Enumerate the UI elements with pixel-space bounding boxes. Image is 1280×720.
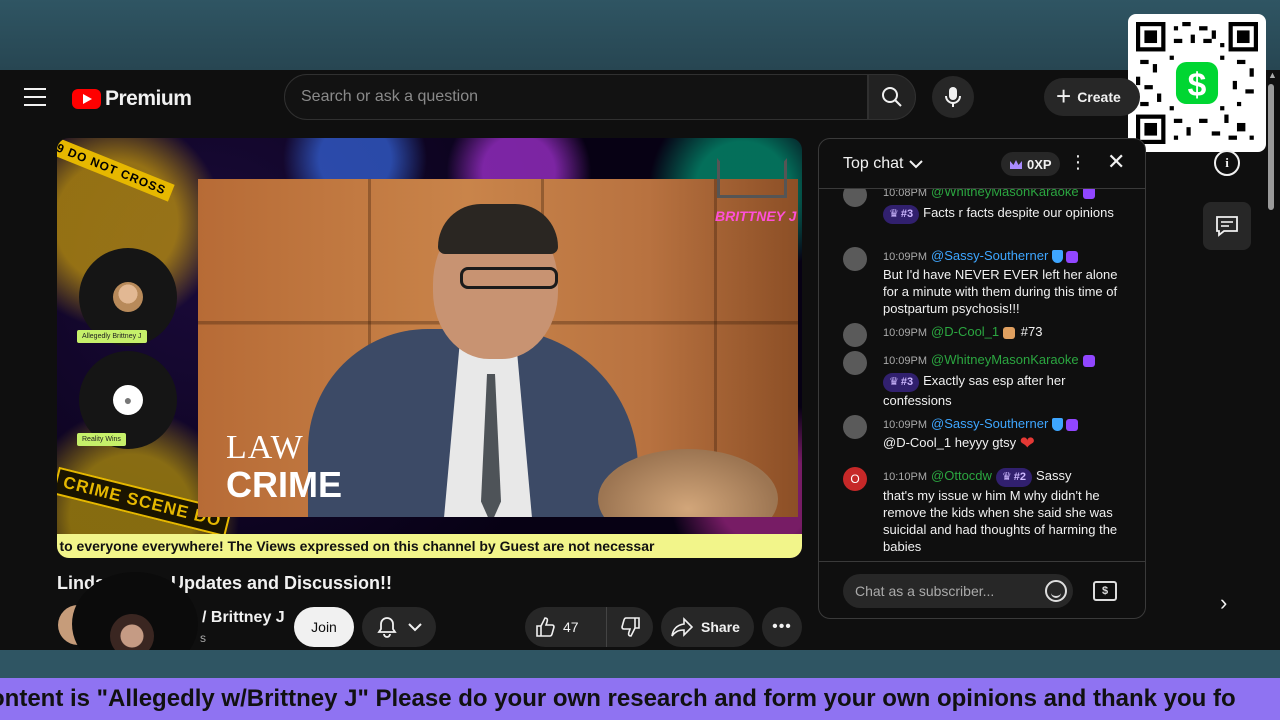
rank-badge: ♛ #2	[995, 468, 1033, 487]
logo-text: Premium	[105, 87, 192, 110]
brand-overlay: BRITTNEY J	[715, 208, 797, 224]
scrolling-banner: ontent is "Allegedly w/Brittney J" Pleas…	[0, 678, 1280, 720]
masthead: Premium + Create	[0, 70, 1280, 126]
heart-icon: ❤	[1019, 433, 1035, 454]
share-icon	[671, 617, 693, 637]
dislike-icon	[621, 617, 640, 637]
chat-mode-selector[interactable]: Top chat	[843, 155, 924, 173]
crown-icon: ♛	[889, 376, 899, 388]
share-label: Share	[701, 619, 740, 635]
chevron-down-icon	[408, 623, 422, 632]
bottom-overlay-strip	[0, 650, 1280, 678]
chevron-right-icon[interactable]: ›	[1220, 590, 1227, 616]
user-avatar[interactable]	[843, 415, 867, 439]
share-button[interactable]: Share	[661, 607, 754, 647]
anonymous-user-icon: ●	[113, 385, 143, 415]
chat-header: Top chat 0XP ⋮ ✕	[819, 139, 1145, 189]
rank-badge: ♛ #3	[883, 373, 920, 392]
user-avatar[interactable]	[843, 247, 867, 271]
member-badge-icon	[1066, 418, 1079, 431]
mic-icon	[945, 87, 961, 107]
chat-message: 10:09PM @Sassy-Southerner But I'd have NE…	[843, 247, 1133, 317]
user-avatar[interactable]: O	[843, 467, 867, 491]
author-name[interactable]: @D-Cool_1	[931, 324, 999, 339]
moderator-shield-icon	[1052, 418, 1064, 432]
subscriber-count: s	[200, 631, 206, 645]
search-box	[284, 74, 868, 120]
youtube-play-icon	[72, 89, 101, 109]
rank-badge: ♛ #3	[883, 205, 920, 224]
comments-icon	[1216, 216, 1238, 237]
emoji-icon[interactable]	[1045, 580, 1067, 602]
chat-message: 10:09PM @Sassy-Southerner @D-Cool_1 heyyy…	[843, 415, 1133, 452]
chat-messages: 10:08PM @WhitneyMasonKaraoke ♛ #3 Facts r f…	[819, 189, 1145, 561]
super-chat-icon[interactable]: $	[1093, 581, 1117, 601]
like-count: 47	[563, 619, 579, 635]
like-icon	[536, 617, 555, 637]
moderator-shield-icon	[1052, 250, 1064, 264]
create-button[interactable]: + Create	[1044, 78, 1140, 116]
video-ticker: e Be Kind to everyone everywhere! The Vi…	[57, 534, 802, 558]
dislike-button[interactable]	[607, 607, 653, 647]
chat-message: 10:09PM @WhitneyMasonKaraoke ♛ #3 Exactly s…	[843, 351, 1133, 409]
scroll-up-icon[interactable]: ▲	[1268, 70, 1277, 80]
member-badge-icon	[1082, 354, 1095, 367]
voice-search-button[interactable]	[932, 76, 974, 118]
crown-icon: ♛	[889, 208, 899, 220]
courtroom-feed: LAW CRIME	[198, 179, 798, 517]
user-avatar[interactable]	[843, 351, 867, 375]
channel-name[interactable]: / Brittney J	[202, 609, 285, 627]
more-actions-button[interactable]: •••	[762, 607, 802, 647]
menu-icon[interactable]	[24, 88, 46, 106]
author-name[interactable]: @Ottocdw	[931, 468, 992, 483]
search-button[interactable]	[868, 74, 916, 120]
bell-icon	[377, 617, 397, 638]
crown-icon	[1010, 159, 1022, 169]
search-icon	[882, 87, 902, 107]
author-name[interactable]: @WhitneyMasonKaraoke	[931, 352, 1079, 367]
search-input[interactable]	[285, 75, 867, 119]
comments-button[interactable]	[1203, 202, 1251, 250]
top-overlay-band	[0, 0, 1280, 70]
author-name[interactable]: @Sassy-Southerner	[931, 248, 1048, 263]
more-vert-icon[interactable]: ⋮	[1069, 153, 1087, 171]
member-badge-icon	[1003, 326, 1016, 339]
author-name[interactable]: @WhitneyMasonKaraoke	[931, 189, 1079, 199]
create-label: Create	[1077, 89, 1121, 105]
member-badge-icon	[1066, 250, 1079, 263]
video-player[interactable]: 9 DO NOT CROSS CRIME SCENE DO LAW CRIME …	[57, 138, 802, 558]
guest-label-2: Reality Wins	[77, 433, 126, 446]
live-chat-panel: Top chat 0XP ⋮ ✕ 10:08PM @WhitneyMasonKar…	[818, 138, 1146, 619]
notifications-button[interactable]	[362, 607, 436, 647]
page-scrollbar[interactable]	[1268, 84, 1274, 210]
close-icon[interactable]: ✕	[1107, 151, 1125, 173]
author-name[interactable]: @Sassy-Southerner	[931, 416, 1048, 431]
guest-label-1: Allegedly Brittney J	[77, 330, 147, 343]
member-badge-icon	[1082, 189, 1095, 199]
crown-icon: ♛	[1001, 471, 1012, 483]
plus-icon: +	[1056, 81, 1072, 111]
chat-message: O 10:10PM @Ottocdw ♛ #2 Sassy that's my issu…	[843, 467, 1133, 555]
law-crime-logo: LAW CRIME	[226, 429, 342, 505]
guest-avatar	[113, 282, 143, 312]
join-button[interactable]: Join	[294, 607, 354, 647]
like-dislike-group: 47	[525, 607, 653, 647]
user-avatar[interactable]	[843, 189, 867, 207]
more-horiz-icon: •••	[772, 618, 792, 635]
chat-input-bar: $	[819, 561, 1145, 618]
chat-message: 10:09PM @D-Cool_1 #73	[843, 323, 1133, 347]
chat-message: 10:08PM @WhitneyMasonKaraoke ♛ #3 Facts r f…	[843, 189, 1133, 224]
youtube-logo[interactable]: Premium	[72, 87, 192, 111]
info-icon[interactable]: i	[1214, 150, 1240, 176]
user-avatar[interactable]	[843, 323, 867, 347]
chat-input[interactable]	[843, 574, 1073, 608]
chevron-down-icon	[909, 160, 924, 169]
xp-badge[interactable]: 0XP	[1001, 152, 1060, 176]
like-button[interactable]: 47	[525, 607, 607, 647]
